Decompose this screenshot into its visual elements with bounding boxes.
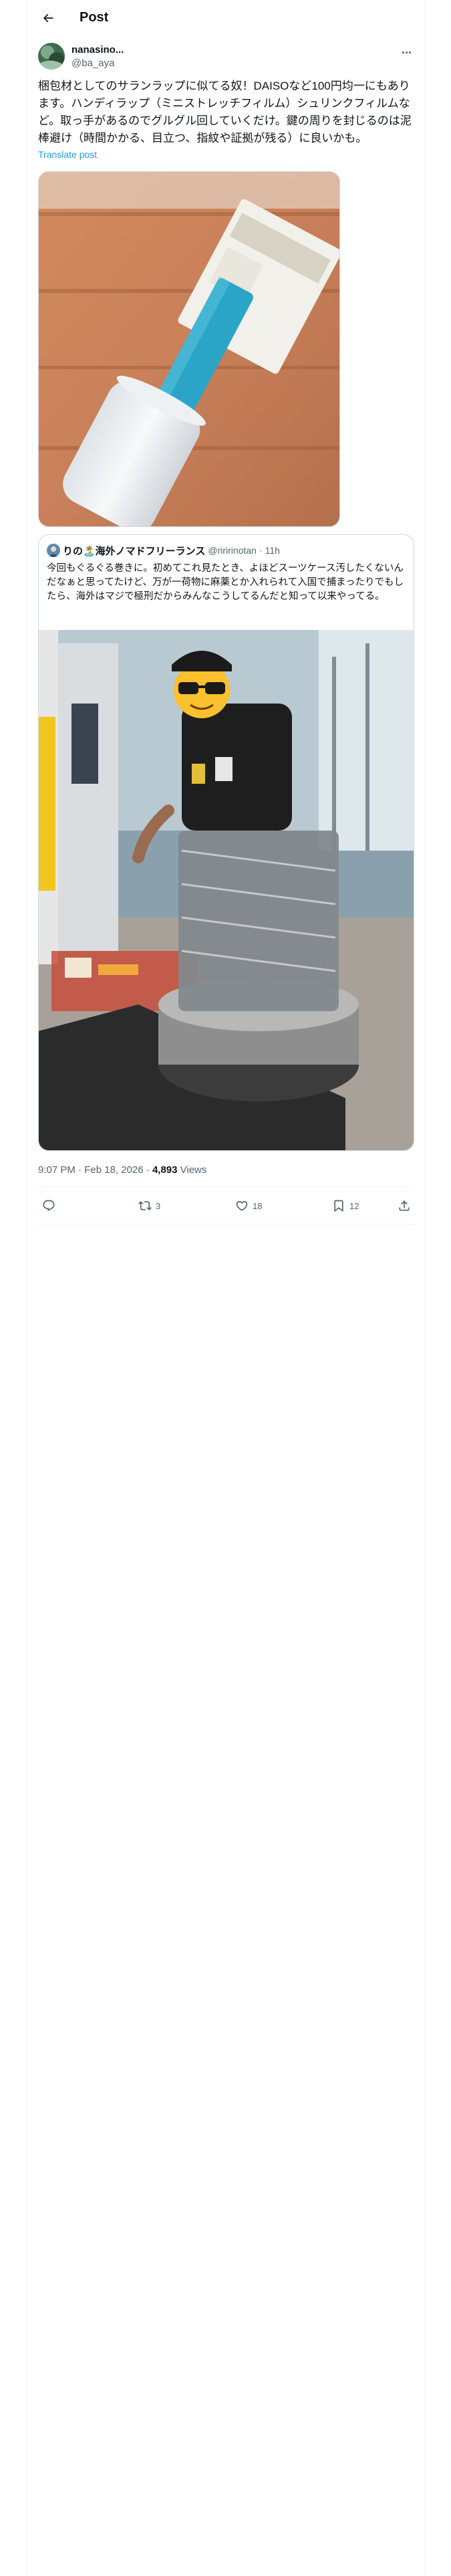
repost-count: 3 [156,1200,161,1211]
divider [38,1186,414,1187]
reply-button[interactable] [42,1199,59,1212]
tweet-text: 梱包材としてのサランラップに似てる奴！DAISOなど100円均一にもあります。ハ… [38,80,412,144]
author-display-name[interactable]: nanasino... [71,44,124,56]
bookmark-button[interactable]: 12 [332,1199,359,1212]
bookmark-count: 12 [349,1200,359,1211]
quoted-tweet-text: 今回もぐるぐる巻きに。初めてこれ見たとき、よほどスーツケース汚したくないんだなぁ… [47,563,404,602]
quoted-avatar [47,544,60,557]
author-handle[interactable]: @ba_aya [71,58,114,69]
share-icon [399,1200,410,1211]
quoted-tweet-header: りの🏝️海外ノマドフリーランス @riririnotan · 11h [47,543,280,558]
quoted-separator: · [259,545,263,556]
tweet-photo[interactable] [38,171,340,527]
repost-button[interactable]: 3 [138,1199,160,1212]
bookmark-icon [334,1200,343,1212]
more-options-button[interactable] [398,45,414,59]
translate-post-link[interactable]: Translate post [38,149,97,160]
quoted-photo[interactable] [39,630,414,1150]
reply-icon [43,1200,55,1212]
heart-icon [236,1200,248,1211]
quoted-author-handle: @riririnotan [208,545,257,556]
main-column: Post nanasino... @ba_aya 梱包材としてのサランラップに似… [27,0,426,2576]
like-button[interactable]: 18 [235,1199,262,1212]
back-button[interactable] [37,7,59,29]
tweet-meta: 9:07 PM · Feb 18, 2026 · 4,893 Views [38,1164,206,1176]
like-count: 18 [253,1200,263,1211]
more-dots-icon [402,51,404,53]
quoted-author-name: りの🏝️海外ノマドフリーランス [63,545,206,557]
tweet-actions: 3 18 12 [38,1190,414,1224]
tweet-timestamp[interactable]: 9:07 PM · Feb 18, 2026 · [38,1164,152,1176]
repost-icon [138,1201,152,1210]
arrow-left-icon [43,13,53,22]
quoted-time: 11h [265,545,280,556]
tweet-author: nanasino... @ba_aya [38,43,414,72]
quoted-tweet[interactable]: りの🏝️海外ノマドフリーランス @riririnotan · 11h 今回もぐる… [38,534,414,1151]
page-title: Post [80,10,109,25]
share-button[interactable] [398,1199,411,1212]
views-count: 4,893 [152,1164,178,1176]
views-label: Views [177,1164,207,1176]
avatar[interactable] [38,43,65,70]
top-header: Post [27,0,425,35]
